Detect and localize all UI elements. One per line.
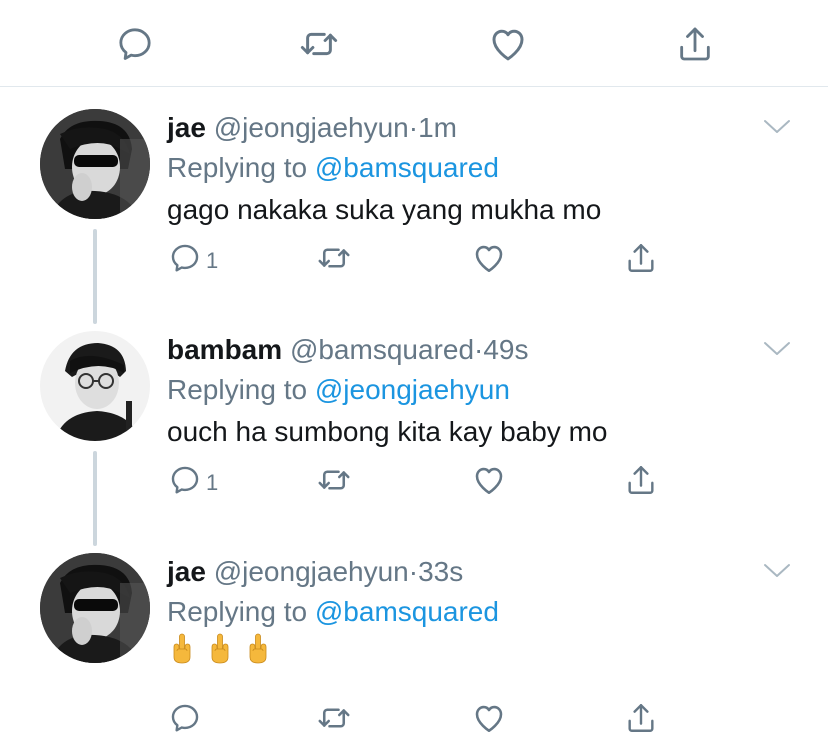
- heart-icon[interactable]: [486, 22, 530, 66]
- tweet[interactable]: jae @jeongjaehyun·1m Replying to @bamsqu…: [0, 88, 828, 324]
- user-handle[interactable]: @jeongjaehyun: [214, 112, 409, 143]
- share-icon: [624, 463, 658, 497]
- tweet-actions: 1: [0, 458, 828, 502]
- like-button[interactable]: [471, 696, 507, 740]
- replying-to-label: Replying to: [167, 152, 308, 183]
- retweet-button[interactable]: [316, 236, 352, 280]
- reply-count: 1: [206, 470, 219, 495]
- tweet-header: bambam @bamsquared·49s: [167, 332, 529, 368]
- retweet-icon: [316, 700, 352, 736]
- retweet-button[interactable]: [316, 696, 352, 740]
- heart-icon: [471, 462, 507, 498]
- chevron-down-icon[interactable]: [760, 114, 794, 138]
- timestamp[interactable]: 49s: [483, 334, 528, 365]
- timestamp[interactable]: 33s: [418, 556, 463, 587]
- like-button[interactable]: [471, 458, 507, 502]
- heart-icon: [471, 240, 507, 276]
- reply-count: 1: [206, 248, 219, 273]
- middle-finger-emoji: [208, 632, 232, 666]
- tweet-emojis: [170, 632, 270, 666]
- replying-to: Replying to @jeongjaehyun: [167, 372, 510, 408]
- reply-icon[interactable]: [113, 22, 157, 66]
- reply-icon: [168, 701, 202, 735]
- separator-dot: ·: [408, 556, 419, 587]
- tweet-actions: [0, 696, 828, 740]
- tweet-text: ouch ha sumbong kita kay baby mo: [167, 416, 608, 447]
- display-name[interactable]: jae: [167, 556, 206, 587]
- avatar[interactable]: [40, 553, 150, 663]
- avatar[interactable]: [40, 331, 150, 441]
- replying-to-label: Replying to: [167, 596, 308, 627]
- middle-finger-emoji: [170, 632, 194, 666]
- retweet-icon[interactable]: [297, 22, 341, 66]
- replying-to-label: Replying to: [167, 374, 308, 405]
- avatar[interactable]: [40, 109, 150, 219]
- retweet-icon: [316, 462, 352, 498]
- replying-to: Replying to @bamsquared: [167, 150, 499, 186]
- share-icon: [624, 701, 658, 735]
- reply-icon: [168, 463, 202, 497]
- tweet[interactable]: bambam @bamsquared·49s Replying to @jeon…: [0, 310, 828, 546]
- share-icon[interactable]: [673, 22, 717, 66]
- user-handle[interactable]: @jeongjaehyun: [214, 556, 409, 587]
- chevron-down-icon[interactable]: [760, 558, 794, 582]
- mention-link[interactable]: @bamsquared: [315, 596, 499, 627]
- reply-icon: [168, 241, 202, 275]
- display-name[interactable]: bambam: [167, 334, 282, 365]
- chevron-down-icon[interactable]: [760, 336, 794, 360]
- tweet-actions: 1: [0, 236, 828, 280]
- share-icon: [624, 241, 658, 275]
- reply-button[interactable]: 1: [168, 458, 218, 502]
- middle-finger-emoji: [246, 632, 270, 666]
- tweet[interactable]: jae @jeongjaehyun·33s Replying to @bamsq…: [0, 532, 828, 754]
- mention-link[interactable]: @bamsquared: [315, 152, 499, 183]
- mention-link[interactable]: @jeongjaehyun: [315, 374, 510, 405]
- replying-to: Replying to @bamsquared: [167, 594, 499, 630]
- retweet-icon: [316, 240, 352, 276]
- separator-dot: ·: [474, 334, 484, 365]
- display-name[interactable]: jae: [167, 112, 206, 143]
- like-button[interactable]: [471, 236, 507, 280]
- previous-tweet-actions: [0, 0, 828, 87]
- share-button[interactable]: [624, 458, 658, 502]
- user-handle[interactable]: @bamsquared: [290, 334, 474, 365]
- reply-button[interactable]: [168, 696, 202, 740]
- tweet-header: jae @jeongjaehyun·1m: [167, 110, 457, 146]
- separator-dot: ·: [408, 112, 419, 143]
- tweet-header: jae @jeongjaehyun·33s: [167, 554, 463, 590]
- reply-button[interactable]: 1: [168, 236, 218, 280]
- share-button[interactable]: [624, 236, 658, 280]
- retweet-button[interactable]: [316, 458, 352, 502]
- timestamp[interactable]: 1m: [418, 112, 457, 143]
- tweet-text: gago nakaka suka yang mukha mo: [167, 194, 602, 225]
- heart-icon: [471, 700, 507, 736]
- share-button[interactable]: [624, 696, 658, 740]
